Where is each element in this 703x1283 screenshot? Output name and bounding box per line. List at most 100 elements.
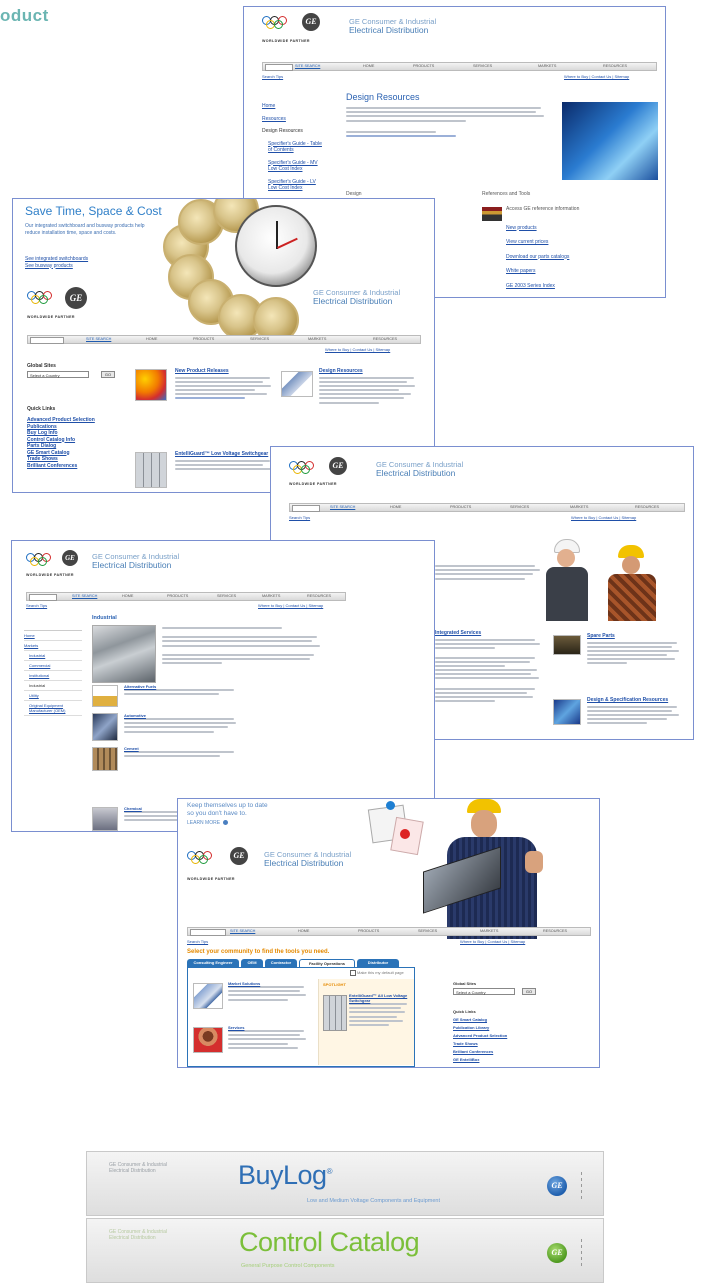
service-title[interactable]: Design & Specification Resources <box>587 697 682 704</box>
nav-resources[interactable]: RESOURCES <box>603 64 627 68</box>
search-input[interactable] <box>30 337 64 344</box>
tab-facility-operations[interactable]: Facility Operations <box>299 959 355 967</box>
site-search-link[interactable]: SITE SEARCH <box>72 594 97 598</box>
sidebar-item[interactable]: Design Resources <box>262 128 322 135</box>
nav-services[interactable]: SERVICES <box>250 337 269 341</box>
nav-services[interactable]: SERVICES <box>473 64 492 68</box>
service-title[interactable]: Integrated Services <box>435 630 545 637</box>
nav-markets[interactable]: MARKETS <box>480 929 498 933</box>
sidebar-item[interactable]: Home <box>24 631 82 641</box>
sidebar-item[interactable]: Original Equipment Manufacturer (OEM) <box>24 701 82 716</box>
nav-home[interactable]: HOME <box>390 505 401 509</box>
nav-markets[interactable]: MARKETS <box>308 337 326 341</box>
nav-home[interactable]: HOME <box>122 594 133 598</box>
go-button[interactable]: GO <box>101 371 115 378</box>
tab-oem[interactable]: OEM <box>241 959 263 967</box>
quick-link[interactable]: Publication Library <box>453 1025 553 1030</box>
nav-services[interactable]: SERVICES <box>217 594 236 598</box>
nav-products[interactable]: PRODUCTS <box>358 929 379 933</box>
tools-link[interactable]: Download our parts catalogs <box>506 254 596 261</box>
tools-link[interactable]: New products <box>506 225 596 232</box>
nav-home[interactable]: HOME <box>298 929 309 933</box>
search-tips-link[interactable]: Search Tips <box>262 74 283 79</box>
promo-link[interactable]: See integrated switchboards <box>25 256 88 263</box>
section-item: Cement <box>124 746 244 759</box>
news-item: New Product Releases <box>175 368 275 402</box>
nav-services[interactable]: SERVICES <box>418 929 437 933</box>
tab-contractor[interactable]: Contractor <box>265 959 297 967</box>
tab-distributor[interactable]: Distributor <box>357 959 399 967</box>
nav-resources[interactable]: RESOURCES <box>543 929 567 933</box>
utility-links[interactable]: Where to Buy | Contact Us | Sitemap <box>571 515 636 520</box>
search-tips-link[interactable]: Search Tips <box>187 939 208 944</box>
design-thumb <box>553 699 581 725</box>
nav-products[interactable]: PRODUCTS <box>450 505 471 509</box>
sidebar-item[interactable]: Markets <box>24 641 82 651</box>
promo-link[interactable]: See busway products <box>25 263 88 270</box>
nav-products[interactable]: PRODUCTS <box>193 337 214 341</box>
nav-markets[interactable]: MARKETS <box>262 594 280 598</box>
nav-markets[interactable]: MARKETS <box>570 505 588 509</box>
search-tips-link[interactable]: Search Tips <box>289 515 310 520</box>
utility-links[interactable]: Where to Buy | Contact Us | Sitemap <box>258 603 323 608</box>
nav-resources[interactable]: RESOURCES <box>307 594 331 598</box>
site-search-link[interactable]: SITE SEARCH <box>86 337 111 341</box>
utility-links[interactable]: Where to Buy | Contact Us | Sitemap <box>460 939 525 944</box>
sidebar-item[interactable]: Commercial <box>24 661 82 671</box>
brand-title: GE Consumer & Industrial Electrical Dist… <box>376 461 463 478</box>
intro-text <box>346 107 546 139</box>
sidebar-item[interactable]: Home <box>262 103 322 110</box>
country-select[interactable]: Select a Country <box>27 371 89 378</box>
sidebar-item[interactable]: Specifier's Guide - LV Low Cost Index <box>262 179 322 192</box>
sidebar-item[interactable]: Institutional <box>24 671 82 681</box>
utility-links[interactable]: Where to Buy | Contact Us | Sitemap <box>325 347 390 352</box>
nav-markets[interactable]: MARKETS <box>538 64 556 68</box>
search-input[interactable] <box>265 64 293 71</box>
nav-home[interactable]: HOME <box>146 337 157 341</box>
sidebar-item[interactable]: Specifier's Guide - Table of Contents <box>262 141 322 154</box>
news-title[interactable]: Design Resources <box>319 368 419 375</box>
sidebar-item[interactable]: Resources <box>262 116 322 123</box>
search-tips-link[interactable]: Search Tips <box>26 603 47 608</box>
tab-consulting-engineer[interactable]: Consulting Engineer <box>187 959 239 967</box>
nav-products[interactable]: PRODUCTS <box>413 64 434 68</box>
spotlight-title[interactable]: EntelliGuard™ All Low Voltage Switchgear <box>349 993 409 1003</box>
nav-services[interactable]: SERVICES <box>510 505 529 509</box>
nav-resources[interactable]: RESOURCES <box>635 505 659 509</box>
search-input[interactable] <box>29 594 57 601</box>
news-title[interactable]: EntelliGuard™ Low Voltage Switchgear <box>175 451 275 458</box>
sidebar-item[interactable]: Industrial <box>24 651 82 661</box>
country-select[interactable]: Select a Country <box>453 988 515 995</box>
sidebar-item[interactable]: Specifier's Guide - MV Low Cost Index <box>262 160 322 173</box>
sidebar-item[interactable]: Utility <box>24 691 82 701</box>
olympic-rings-logo <box>187 851 221 865</box>
services-thumb <box>193 1027 223 1053</box>
quick-link[interactable]: GE Smart Catalog <box>453 1017 553 1022</box>
tools-link[interactable]: View current prices <box>506 239 596 246</box>
nav-resources[interactable]: RESOURCES <box>373 337 397 341</box>
go-button[interactable]: GO <box>522 988 536 995</box>
quick-link[interactable]: Advanced Product Selection <box>453 1033 553 1038</box>
utility-links[interactable]: Where to Buy | Contact Us | Sitemap <box>564 74 629 79</box>
hero-image <box>562 102 658 180</box>
make-default-option[interactable]: Make this my default page <box>350 970 404 976</box>
site-search-link[interactable]: SITE SEARCH <box>330 505 355 509</box>
checkbox[interactable] <box>350 970 356 976</box>
learn-more-link[interactable]: LEARN MORE <box>187 820 229 826</box>
nav-products[interactable]: PRODUCTS <box>167 594 188 598</box>
news-title[interactable]: New Product Releases <box>175 368 275 375</box>
sidebar-item[interactable]: Industrial <box>24 681 82 691</box>
quick-link[interactable]: Brilliant Conferences <box>27 463 117 470</box>
site-search-link[interactable]: SITE SEARCH <box>295 64 320 68</box>
quick-link[interactable]: Brilliant Conferences <box>453 1049 553 1054</box>
search-input[interactable] <box>190 929 226 936</box>
site-search-link[interactable]: SITE SEARCH <box>230 929 255 933</box>
nav-home[interactable]: HOME <box>363 64 374 68</box>
search-input[interactable] <box>292 505 320 512</box>
tools-link[interactable]: GE 2003 Series Index <box>506 283 596 290</box>
quick-link[interactable]: GE EntelliBox <box>453 1057 553 1062</box>
service-title[interactable]: Spare Parts <box>587 633 682 640</box>
community-tabs: Consulting Engineer OEM Contractor Facil… <box>187 959 437 967</box>
quick-link[interactable]: Trade Shows <box>453 1041 553 1046</box>
tools-link[interactable]: White papers <box>506 268 596 275</box>
